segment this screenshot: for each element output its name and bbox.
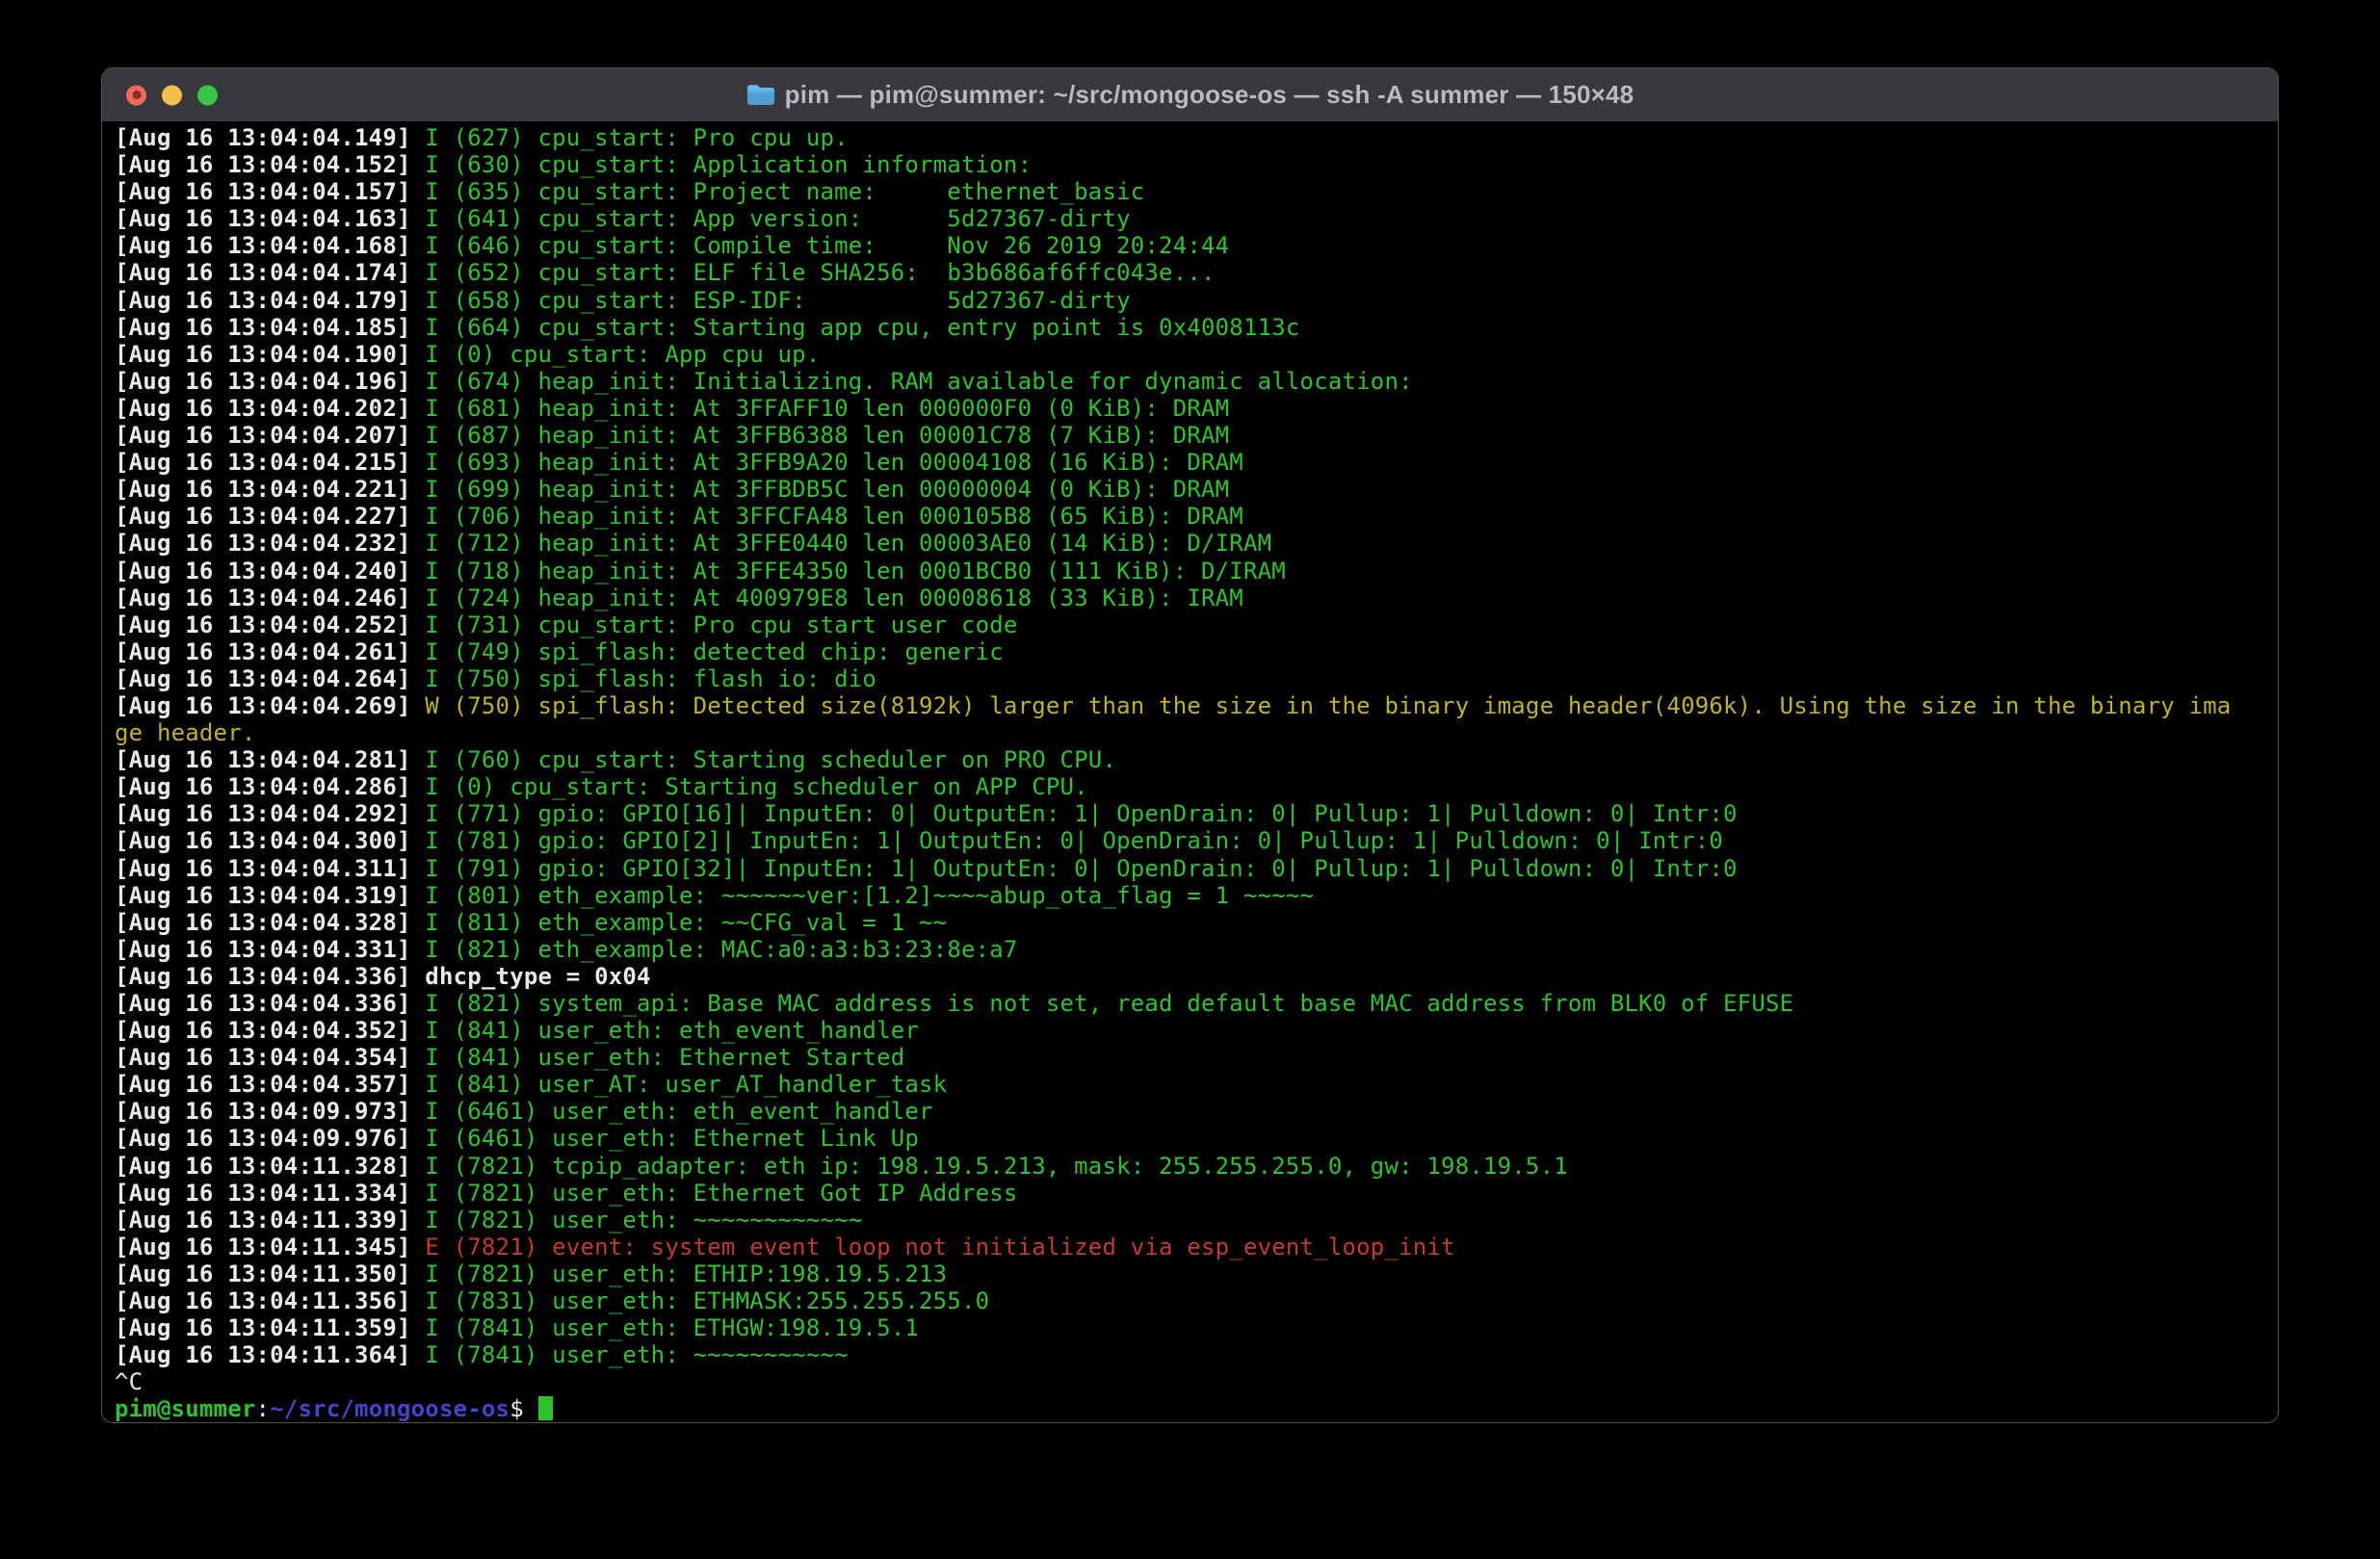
terminal-line: [Aug 16 13:04:04.246] I (724) heap_init:… <box>115 585 2278 611</box>
terminal-line: [Aug 16 13:04:04.196] I (674) heap_init:… <box>115 368 2278 395</box>
minimize-button[interactable] <box>162 85 182 105</box>
terminal-line: [Aug 16 13:04:04.286] I (0) cpu_start: S… <box>115 773 2278 800</box>
terminal-line: [Aug 16 13:04:04.328] I (811) eth_exampl… <box>115 909 2278 936</box>
terminal-line: [Aug 16 13:04:04.168] I (646) cpu_start:… <box>115 232 2278 259</box>
terminal-line: [Aug 16 13:04:04.354] I (841) user_eth: … <box>115 1044 2278 1071</box>
terminal-line: [Aug 16 13:04:04.202] I (681) heap_init:… <box>115 395 2278 422</box>
terminal-line: [Aug 16 13:04:09.976] I (6461) user_eth:… <box>115 1125 2278 1152</box>
terminal-line: [Aug 16 13:04:04.252] I (731) cpu_start:… <box>115 611 2278 638</box>
terminal-line: [Aug 16 13:04:04.163] I (641) cpu_start:… <box>115 205 2278 232</box>
terminal-line: [Aug 16 13:04:04.207] I (687) heap_init:… <box>115 422 2278 449</box>
terminal-line: [Aug 16 13:04:04.264] I (750) spi_flash:… <box>115 665 2278 692</box>
terminal-line: [Aug 16 13:04:04.357] I (841) user_AT: u… <box>115 1071 2278 1098</box>
window-title: pim — pim@summer: ~/src/mongoose-os — ss… <box>785 80 1635 110</box>
terminal-line: [Aug 16 13:04:04.190] I (0) cpu_start: A… <box>115 341 2278 368</box>
terminal-line: [Aug 16 13:04:04.227] I (706) heap_init:… <box>115 503 2278 530</box>
terminal-line: [Aug 16 13:04:04.319] I (801) eth_exampl… <box>115 882 2278 909</box>
terminal-line: [Aug 16 13:04:11.334] I (7821) user_eth:… <box>115 1180 2278 1207</box>
title-group: pim — pim@summer: ~/src/mongoose-os — ss… <box>746 80 1635 110</box>
terminal-line: [Aug 16 13:04:04.311] I (791) gpio: GPIO… <box>115 855 2278 882</box>
terminal-line: [Aug 16 13:04:04.221] I (699) heap_init:… <box>115 476 2278 503</box>
terminal-line: [Aug 16 13:04:04.179] I (658) cpu_start:… <box>115 287 2278 314</box>
terminal-cursor <box>538 1396 553 1420</box>
terminal-line: [Aug 16 13:04:04.269] W (750) spi_flash:… <box>115 692 2278 719</box>
folder-icon <box>746 83 775 107</box>
terminal-line: [Aug 16 13:04:11.345] E (7821) event: sy… <box>115 1234 2278 1260</box>
close-button[interactable] <box>126 85 146 105</box>
terminal-line: [Aug 16 13:04:11.339] I (7821) user_eth:… <box>115 1207 2278 1234</box>
terminal-line: [Aug 16 13:04:09.973] I (6461) user_eth:… <box>115 1098 2278 1125</box>
terminal-line: [Aug 16 13:04:04.240] I (718) heap_init:… <box>115 558 2278 585</box>
terminal-line: [Aug 16 13:04:04.215] I (693) heap_init:… <box>115 449 2278 476</box>
terminal-line: [Aug 16 13:04:04.232] I (712) heap_init:… <box>115 530 2278 557</box>
terminal-line: [Aug 16 13:04:04.331] I (821) eth_exampl… <box>115 936 2278 963</box>
terminal-output[interactable]: [Aug 16 13:04:04.149] I (627) cpu_start:… <box>102 121 2278 1422</box>
traffic-lights <box>126 85 218 105</box>
terminal-line: [Aug 16 13:04:11.356] I (7831) user_eth:… <box>115 1287 2278 1314</box>
terminal-line: [Aug 16 13:04:04.185] I (664) cpu_start:… <box>115 314 2278 341</box>
terminal-line: [Aug 16 13:04:04.152] I (630) cpu_start:… <box>115 151 2278 178</box>
terminal-line: [Aug 16 13:04:04.336] dhcp_type = 0x04 <box>115 963 2278 990</box>
terminal-line: [Aug 16 13:04:04.174] I (652) cpu_start:… <box>115 259 2278 286</box>
window-edited-dot <box>132 91 141 99</box>
terminal-line: [Aug 16 13:04:04.352] I (841) user_eth: … <box>115 1017 2278 1044</box>
terminal-line: pim@summer:~/src/mongoose-os$ <box>115 1395 2278 1422</box>
terminal-line: ge header. <box>115 719 2278 746</box>
terminal-line: [Aug 16 13:04:04.261] I (749) spi_flash:… <box>115 638 2278 665</box>
terminal-line: [Aug 16 13:04:04.300] I (781) gpio: GPIO… <box>115 827 2278 854</box>
zoom-button[interactable] <box>197 85 218 105</box>
terminal-line: [Aug 16 13:04:04.157] I (635) cpu_start:… <box>115 178 2278 205</box>
terminal-line: [Aug 16 13:04:11.350] I (7821) user_eth:… <box>115 1260 2278 1287</box>
terminal-window: pim — pim@summer: ~/src/mongoose-os — ss… <box>101 67 2279 1423</box>
terminal-line: [Aug 16 13:04:04.149] I (627) cpu_start:… <box>115 124 2278 151</box>
terminal-line: ^C <box>115 1368 2278 1395</box>
terminal-line: [Aug 16 13:04:04.336] I (821) system_api… <box>115 990 2278 1017</box>
desktop: { "window": { "title": "pim — pim@summer… <box>0 0 2380 1559</box>
terminal-line: [Aug 16 13:04:04.292] I (771) gpio: GPIO… <box>115 800 2278 827</box>
title-bar[interactable]: pim — pim@summer: ~/src/mongoose-os — ss… <box>102 68 2278 121</box>
terminal-line: [Aug 16 13:04:11.364] I (7841) user_eth:… <box>115 1341 2278 1368</box>
terminal-line: [Aug 16 13:04:11.328] I (7821) tcpip_ada… <box>115 1153 2278 1180</box>
terminal-line: [Aug 16 13:04:04.281] I (760) cpu_start:… <box>115 746 2278 773</box>
terminal-line: [Aug 16 13:04:11.359] I (7841) user_eth:… <box>115 1314 2278 1341</box>
